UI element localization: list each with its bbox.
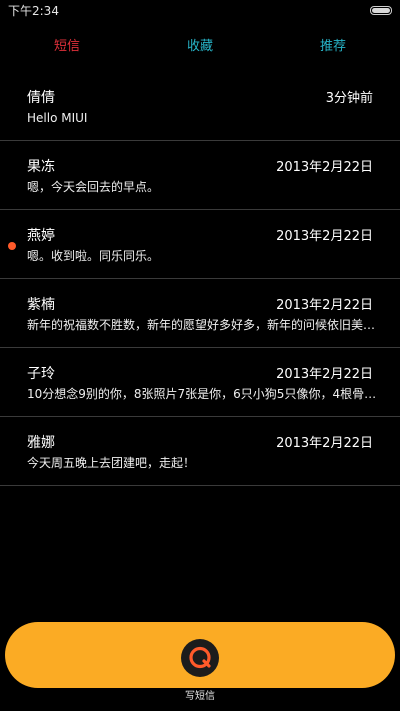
message-preview: 今天周五晚上去团建吧，走起！: [27, 456, 196, 470]
message-time: 2013年2月22日: [276, 298, 373, 313]
message-list: 倩倩 3分钟前 Hello MIUI 果冻 2013年2月22日 嗯，今天会回去…: [0, 72, 400, 486]
tab-favorites[interactable]: 收藏: [150, 38, 250, 56]
message-time: 2013年2月22日: [276, 229, 373, 244]
message-preview: 嗯。收到啦。同乐同乐。: [27, 249, 160, 263]
message-time: 2013年2月22日: [276, 160, 373, 175]
message-row[interactable]: 子玲 2013年2月22日 10分想念9别的你，8张照片7张是你，6只小狗5只像…: [0, 348, 400, 417]
message-preview: 新年的祝福数不胜数，新年的愿望好多好多，新年的问候依旧美好…: [27, 318, 377, 332]
message-time: 2013年2月22日: [276, 367, 373, 382]
message-row[interactable]: 燕婷 2013年2月22日 嗯。收到啦。同乐同乐。: [0, 210, 400, 279]
contact-name: 燕婷: [27, 228, 55, 244]
message-preview: 嗯，今天会回去的早点。: [27, 180, 160, 194]
contact-name: 倩倩: [27, 90, 55, 106]
tab-bar: 短信 收藏 推荐: [0, 34, 400, 62]
message-preview: 10分想念9别的你，8张照片7张是你，6只小狗5只像你，4根骨头…: [27, 387, 377, 401]
unread-dot-icon: [8, 242, 16, 250]
tab-sms[interactable]: 短信: [17, 38, 117, 56]
message-time: 3分钟前: [325, 91, 373, 106]
message-row[interactable]: 雅娜 2013年2月22日 今天周五晚上去团建吧，走起！: [0, 417, 400, 486]
contact-name: 雅娜: [27, 435, 55, 451]
tab-recommended[interactable]: 推荐: [283, 38, 383, 56]
status-time: 下午2:34: [8, 4, 59, 18]
battery-level: [372, 8, 390, 13]
compose-message-icon[interactable]: [181, 639, 219, 677]
status-bar: 下午2:34: [0, 0, 400, 24]
message-time: 2013年2月22日: [276, 436, 373, 451]
message-row[interactable]: 倩倩 3分钟前 Hello MIUI: [0, 72, 400, 141]
message-row[interactable]: 果冻 2013年2月22日 嗯，今天会回去的早点。: [0, 141, 400, 210]
contact-name: 子玲: [27, 366, 55, 382]
compose-button[interactable]: [5, 622, 395, 688]
battery-icon: [370, 6, 392, 15]
contact-name: 紫楠: [27, 297, 55, 313]
message-preview: Hello MIUI: [27, 111, 88, 125]
compose-label: 写短信: [185, 691, 215, 702]
contact-name: 果冻: [27, 159, 55, 175]
message-row[interactable]: 紫楠 2013年2月22日 新年的祝福数不胜数，新年的愿望好多好多，新年的问候依…: [0, 279, 400, 348]
